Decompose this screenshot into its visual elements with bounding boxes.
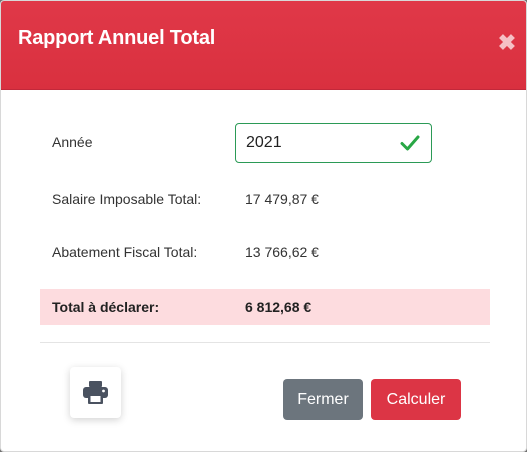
annual-report-modal: Rapport Annuel Total ✖ Année Salaire Imp… (0, 0, 527, 452)
printer-icon (83, 381, 108, 404)
tax-abatement-label: Abatement Fiscal Total: (52, 244, 198, 260)
total-row: Total à déclarer: 6 812,68 € (40, 289, 490, 325)
check-icon (400, 135, 420, 151)
taxable-salary-value: 17 479,87 € (245, 191, 319, 207)
divider (40, 342, 490, 343)
year-field[interactable] (235, 123, 432, 163)
year-input[interactable] (246, 132, 386, 154)
close-button[interactable]: Fermer (283, 379, 363, 420)
modal-header: Rapport Annuel Total ✖ (1, 1, 526, 90)
print-button[interactable] (70, 367, 121, 418)
taxable-salary-label: Salaire Imposable Total: (52, 191, 202, 207)
calculate-button[interactable]: Calculer (371, 379, 461, 420)
modal-title: Rapport Annuel Total (18, 27, 216, 49)
tax-abatement-value: 13 766,62 € (245, 244, 319, 260)
year-label: Année (52, 134, 93, 150)
total-value: 6 812,68 € (245, 299, 312, 315)
close-icon[interactable]: ✖ (495, 31, 519, 55)
total-label: Total à déclarer: (52, 299, 160, 315)
